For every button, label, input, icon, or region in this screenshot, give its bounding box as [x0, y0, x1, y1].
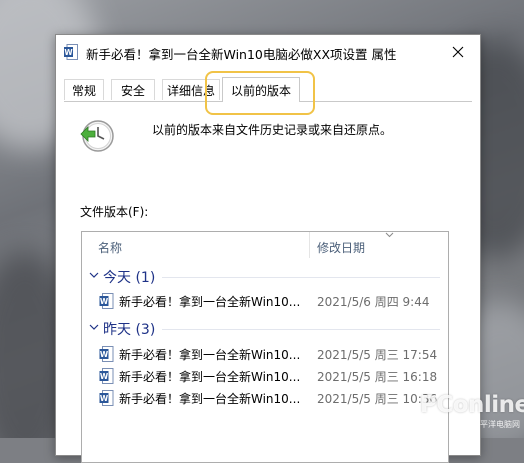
tab-general[interactable]: 常规 — [64, 79, 104, 100]
svg-text:W: W — [100, 297, 109, 306]
tab-details[interactable]: 详细信息 — [162, 79, 220, 100]
previous-versions-description: 以前的版本来自文件历史记录或来自还原点。 — [152, 123, 393, 137]
column-header-modified[interactable]: 修改日期 — [317, 239, 365, 256]
file-date: 2021/5/5 周三 17:54 — [317, 348, 438, 362]
file-date: 2021/5/5 周三 16:18 — [317, 370, 438, 384]
group-divider — [162, 277, 440, 278]
title-bar[interactable]: W 新手必看！拿到一台全新Win10电脑必做XX项设置 属性 — [56, 35, 480, 69]
group-collapse-chevron-icon — [89, 272, 99, 278]
file-versions-label: 文件版本(F): — [80, 205, 149, 219]
close-icon — [452, 46, 464, 58]
group-yesterday[interactable]: 昨天 (3) — [82, 318, 448, 340]
watermark-subtext: 太平洋电脑网 — [472, 420, 520, 429]
group-today[interactable]: 今天 (1) — [82, 266, 448, 288]
window-title: 新手必看！拿到一台全新Win10电脑必做XX项设置 属性 — [86, 47, 397, 62]
file-name: 新手必看！拿到一台全新Win10... — [119, 392, 301, 406]
svg-text:W: W — [100, 350, 109, 359]
list-item[interactable]: W 新手必看！拿到一台全新Win10... 2021/5/6 周四 9:44 — [82, 291, 448, 311]
svg-text:W: W — [100, 394, 109, 403]
tab-security[interactable]: 安全 — [111, 79, 155, 100]
list-item[interactable]: W 新手必看！拿到一台全新Win10... 2021/5/5 周三 16:18 — [82, 366, 448, 386]
file-date: 2021/5/6 周四 9:44 — [317, 295, 430, 309]
group-label: 昨天 (3) — [103, 322, 156, 338]
column-separator[interactable] — [309, 232, 310, 258]
tab-previous-versions[interactable]: 以前的版本 — [222, 77, 300, 102]
list-item[interactable]: W 新手必看！拿到一台全新Win10... 2021/5/5 周三 10:36 — [82, 388, 448, 408]
word-document-icon: W — [99, 368, 114, 384]
file-name: 新手必看！拿到一台全新Win10... — [119, 370, 301, 384]
group-label: 今天 (1) — [103, 270, 156, 286]
list-item[interactable]: W 新手必看！拿到一台全新Win10... 2021/5/5 周三 17:54 — [82, 344, 448, 364]
watermark-logo: PConline — [420, 392, 524, 418]
file-name: 新手必看！拿到一台全新Win10... — [119, 348, 301, 362]
close-button[interactable] — [436, 35, 480, 69]
svg-text:W: W — [64, 48, 73, 57]
file-name: 新手必看！拿到一台全新Win10... — [119, 295, 301, 309]
properties-dialog: W 新手必看！拿到一台全新Win10电脑必做XX项设置 属性 常规 安全 详细信… — [55, 34, 481, 463]
list-header: 名称 修改日期 — [82, 232, 448, 258]
group-collapse-chevron-icon — [89, 324, 99, 330]
word-document-icon: W — [64, 44, 78, 60]
group-divider — [162, 329, 440, 330]
word-document-icon: W — [99, 346, 114, 362]
column-header-name[interactable]: 名称 — [98, 239, 122, 256]
sort-chevron-icon — [385, 232, 394, 238]
word-document-icon: W — [99, 390, 114, 406]
file-history-clock-icon — [80, 120, 114, 152]
svg-text:W: W — [100, 372, 109, 381]
file-versions-list[interactable]: 名称 修改日期 今天 (1) W 新手必看！拿到一台全新Win10... 202… — [81, 231, 449, 463]
word-document-icon: W — [99, 293, 114, 309]
